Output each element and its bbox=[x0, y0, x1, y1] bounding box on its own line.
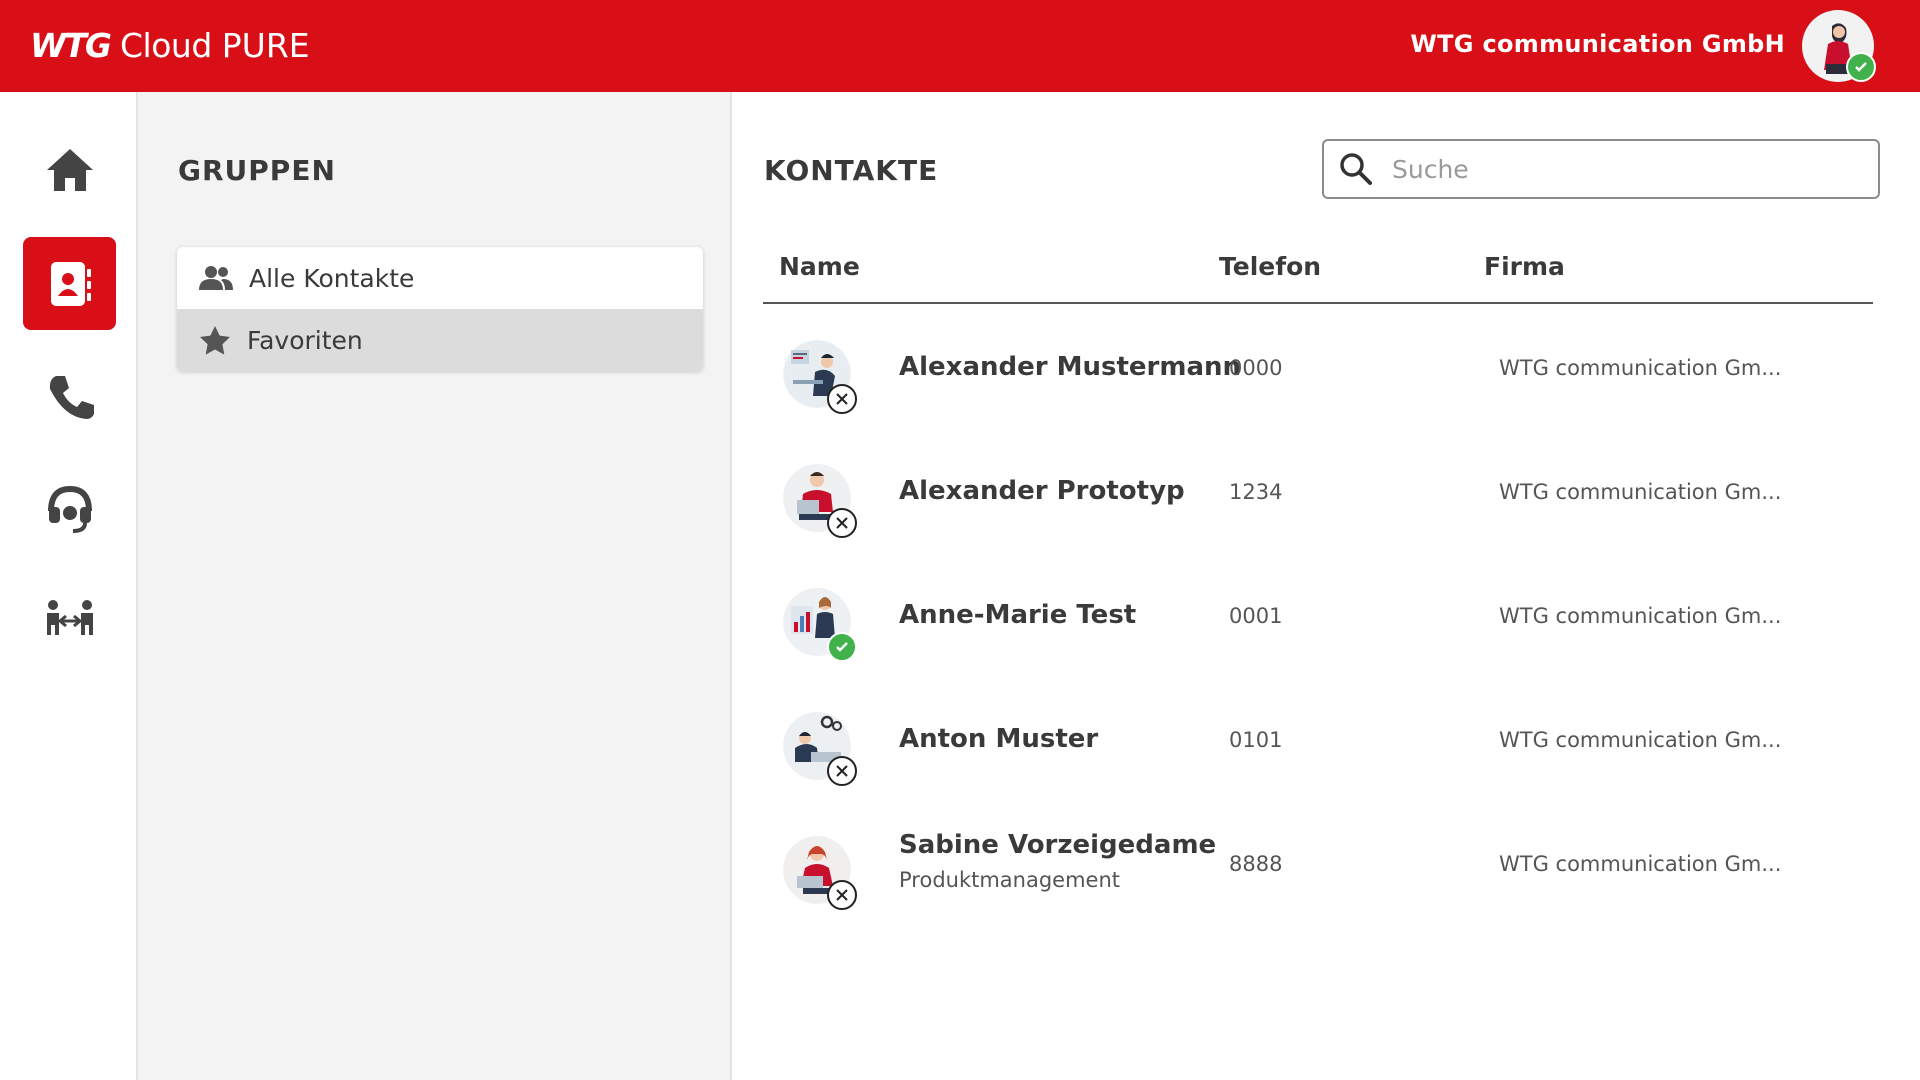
nav-rail bbox=[0, 92, 138, 1080]
contact-row[interactable]: Anton Muster 0101 WTG communication Gm..… bbox=[763, 684, 1873, 808]
contact-row[interactable]: Alexander Mustermann 0000 WTG communicat… bbox=[763, 312, 1873, 436]
contact-company: WTG communication Gm... bbox=[1499, 356, 1782, 380]
contact-avatar bbox=[783, 340, 857, 414]
contact-phone[interactable]: 0101 bbox=[1229, 728, 1282, 752]
top-bar: WTG Cloud PURE WTG communication GmbH bbox=[0, 0, 1920, 92]
group-item-all-contacts[interactable]: Alle Kontakte bbox=[177, 247, 703, 309]
contact-subtitle: Produktmanagement bbox=[899, 868, 1121, 892]
contact-phone[interactable]: 8888 bbox=[1229, 852, 1282, 876]
offline-status-icon bbox=[827, 756, 857, 786]
contact-avatar bbox=[783, 588, 857, 662]
contact-name: Sabine Vorzeigedame bbox=[899, 830, 1217, 860]
contact-name: Alexander Mustermann bbox=[899, 352, 1242, 382]
user-avatar[interactable] bbox=[1802, 10, 1876, 82]
contact-name: Anton Muster bbox=[899, 724, 1099, 754]
contact-row[interactable]: Sabine Vorzeigedame Produktmanagement 88… bbox=[763, 808, 1873, 932]
contact-avatar bbox=[783, 464, 857, 538]
contact-company: WTG communication Gm... bbox=[1499, 728, 1782, 752]
nav-transfer[interactable] bbox=[23, 573, 116, 666]
nav-contacts[interactable] bbox=[23, 237, 116, 330]
nav-home[interactable] bbox=[23, 123, 116, 216]
contacts-table-header: Name Telefon Firma bbox=[763, 252, 1873, 304]
contact-avatar bbox=[783, 712, 857, 786]
app-logo[interactable]: WTG Cloud PURE bbox=[30, 26, 310, 65]
offline-status-icon bbox=[827, 508, 857, 538]
offline-status-icon bbox=[827, 880, 857, 910]
contacts-panel: KONTAKTE Name Telefon Firma bbox=[734, 92, 1920, 1080]
contacts-icon bbox=[50, 261, 91, 306]
contact-name: Alexander Prototyp bbox=[899, 476, 1185, 506]
contact-row[interactable]: Anne-Marie Test 0001 WTG communication G… bbox=[763, 560, 1873, 684]
brand-name-text: Cloud bbox=[120, 26, 212, 65]
phone-icon bbox=[49, 375, 94, 419]
transfer-icon bbox=[46, 599, 93, 635]
group-item-label: Alle Kontakte bbox=[249, 263, 415, 293]
group-list: Alle Kontakte Favoriten bbox=[177, 247, 703, 371]
contact-phone[interactable]: 1234 bbox=[1229, 480, 1282, 504]
column-header-company[interactable]: Firma bbox=[1484, 252, 1565, 281]
group-item-label: Favoriten bbox=[247, 325, 363, 355]
headset-icon bbox=[47, 485, 92, 533]
star-icon bbox=[200, 326, 230, 355]
contact-name: Anne-Marie Test bbox=[899, 600, 1137, 630]
company-name: WTG communication GmbH bbox=[1410, 30, 1785, 58]
contact-company: WTG communication Gm... bbox=[1499, 480, 1782, 504]
brand-logo-text: WTG bbox=[30, 26, 112, 65]
contact-company: WTG communication Gm... bbox=[1499, 852, 1782, 876]
contact-phone[interactable]: 0001 bbox=[1229, 604, 1282, 628]
user-online-status-icon bbox=[1846, 52, 1876, 82]
groups-title: GRUPPEN bbox=[178, 154, 336, 187]
contact-row[interactable]: Alexander Prototyp 1234 WTG communicatio… bbox=[763, 436, 1873, 560]
column-header-phone[interactable]: Telefon bbox=[1219, 252, 1321, 281]
search-icon bbox=[1340, 153, 1372, 185]
contact-phone[interactable]: 0000 bbox=[1229, 356, 1282, 380]
online-status-icon bbox=[827, 632, 857, 662]
groups-panel: GRUPPEN Alle Kontakte Favoriten bbox=[138, 92, 732, 1080]
people-icon bbox=[199, 266, 233, 290]
nav-phone[interactable] bbox=[23, 349, 116, 442]
column-header-name[interactable]: Name bbox=[779, 252, 860, 281]
nav-support[interactable] bbox=[23, 461, 116, 554]
contact-avatar bbox=[783, 836, 857, 910]
group-item-favorites[interactable]: Favoriten bbox=[177, 309, 703, 371]
contact-company: WTG communication Gm... bbox=[1499, 604, 1782, 628]
search-box[interactable] bbox=[1322, 139, 1880, 199]
contacts-title: KONTAKTE bbox=[764, 154, 939, 187]
brand-product-text: PURE bbox=[221, 26, 310, 65]
search-input[interactable] bbox=[1392, 154, 1852, 184]
offline-status-icon bbox=[827, 384, 857, 414]
home-icon bbox=[46, 148, 93, 191]
